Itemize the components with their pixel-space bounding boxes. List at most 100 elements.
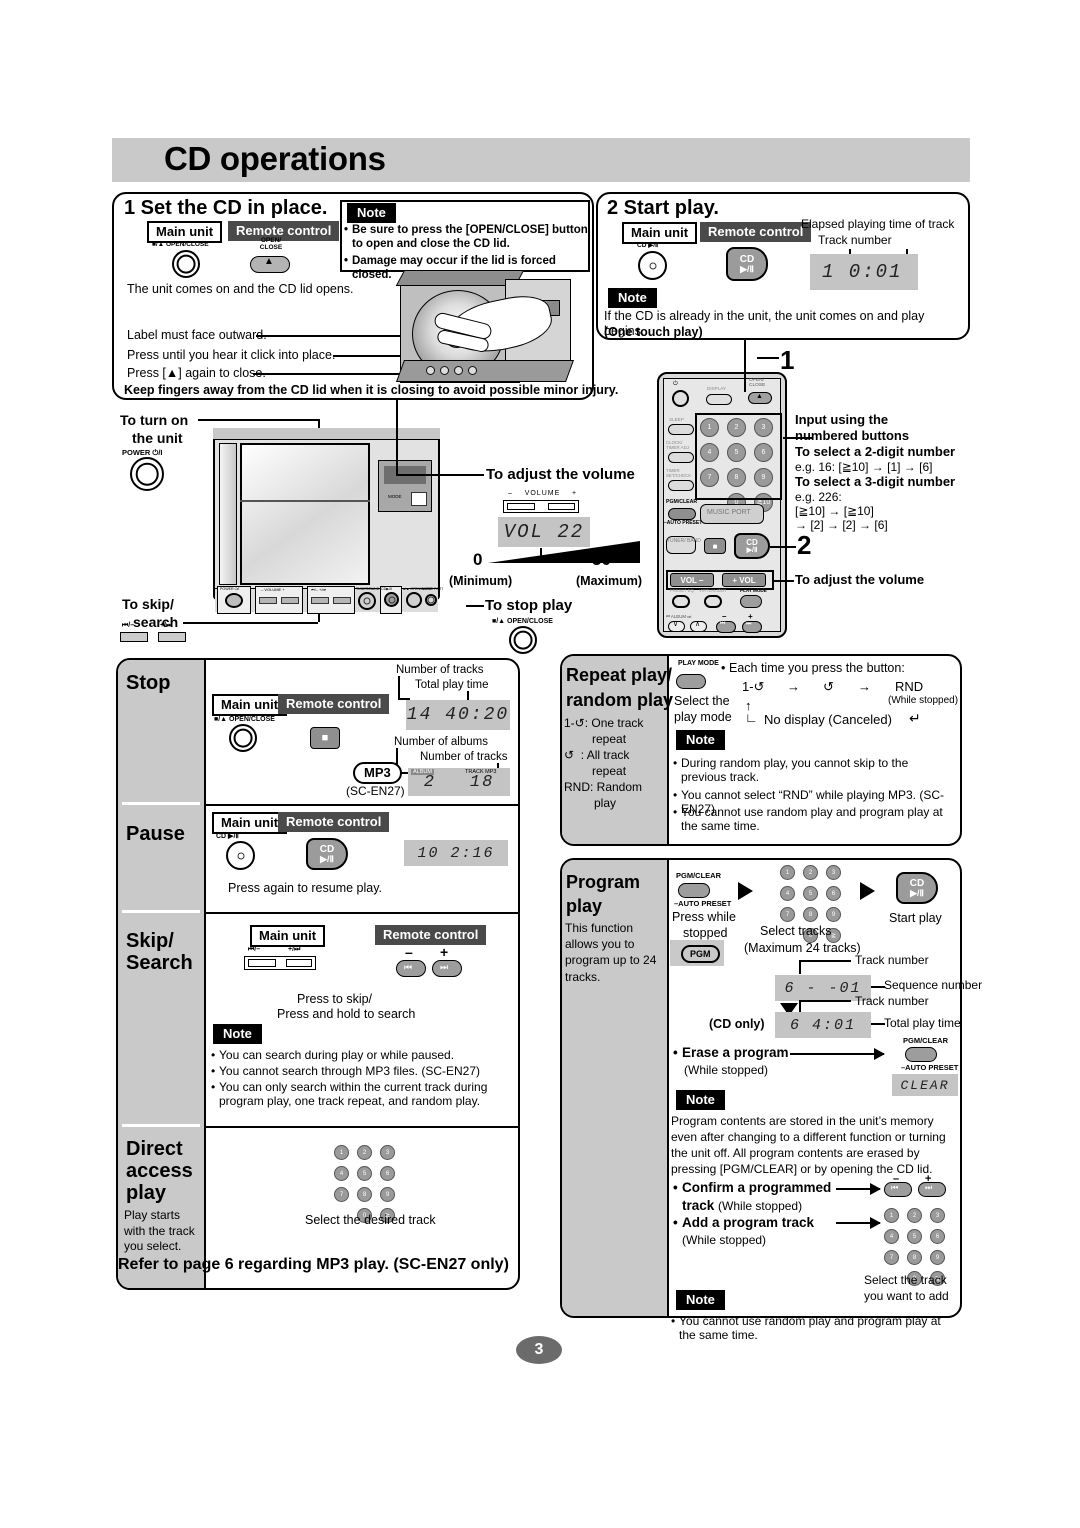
program-cd-only: (CD only) (709, 1017, 765, 1031)
power-knob[interactable] (130, 457, 164, 491)
add-key-6[interactable]: 6 (930, 1229, 945, 1244)
sleep-button-remote[interactable] (668, 424, 694, 435)
leader-line-label-outward (256, 335, 401, 337)
program-desc: This function allows you to program up t… (565, 921, 657, 984)
stop-callout-tracks2: Number of tracks (420, 751, 508, 763)
stop-remote-chip: Remote control (278, 694, 390, 714)
leader-remote-volume (774, 580, 794, 582)
program-pgm-clear-button[interactable] (678, 883, 710, 898)
add-key-5[interactable]: 5 (907, 1229, 922, 1244)
direct-select-text: Select the desired track (305, 1213, 436, 1227)
add-key-3[interactable]: 3 (930, 1208, 945, 1223)
pause-knob-main[interactable] (226, 841, 255, 870)
clock-timer-button-remote[interactable] (668, 452, 694, 463)
vol-plus-remote[interactable]: + VOL (722, 573, 766, 587)
skip-next-main[interactable] (286, 959, 312, 967)
row-divider-3 (204, 1126, 520, 1128)
program-key-7[interactable]: 7 (780, 907, 795, 922)
cd-play-pause-knob-main[interactable] (638, 251, 667, 280)
program-select-tracks: Select tracks (760, 924, 832, 938)
erase-pgm-clear-button[interactable] (905, 1047, 937, 1062)
direct-key-7[interactable]: 7 (334, 1187, 349, 1202)
program-erase-sub: (While stopped) (684, 1063, 769, 1077)
direct-key-4[interactable]: 4 (334, 1166, 349, 1181)
stop-main-unit-chip: Main unit (212, 694, 288, 716)
step1-unit-comes-on-text: The unit comes on and the CD lid opens. (127, 282, 354, 296)
direct-key-5[interactable]: 5 (357, 1166, 372, 1181)
volume-down-button[interactable] (507, 503, 535, 510)
repeat-note-0: • During random play, you cannot skip to… (673, 756, 909, 785)
skip-next-button-unit[interactable] (158, 632, 186, 642)
leader-prog-track2-h (799, 1000, 851, 1002)
repeat-no-display: No display (Canceled) (764, 712, 892, 727)
stop-knob-main[interactable] (229, 724, 257, 752)
vol-minus-remote[interactable]: VOL – (670, 573, 714, 587)
leader-prog-track1-v (799, 960, 801, 974)
step2-callout-track: Track number (818, 233, 892, 247)
power-button-remote[interactable] (672, 390, 689, 407)
stop-button-remote[interactable]: ■ (310, 727, 340, 749)
stop-button-remote-ill[interactable]: ■ (704, 538, 726, 554)
program-key-9[interactable]: 9 (826, 907, 841, 922)
add-key-4[interactable]: 4 (884, 1229, 899, 1244)
cd-play-pause-button-remote[interactable]: CD ▶/Ⅱ (726, 247, 768, 281)
add-key-9[interactable]: 9 (930, 1250, 945, 1265)
row-label-direct: Direct (126, 1138, 183, 1160)
leader-volume-dash (466, 474, 484, 476)
add-key-1[interactable]: 1 (884, 1208, 899, 1223)
play-mode-remote[interactable] (740, 595, 762, 608)
program-key-4[interactable]: 4 (780, 886, 795, 901)
direct-key-9[interactable]: 9 (380, 1187, 395, 1202)
volume-up-button[interactable] (548, 503, 575, 510)
leader-stop-tracks (398, 676, 400, 698)
add-key-7[interactable]: 7 (884, 1250, 899, 1265)
program-key-6[interactable]: 6 (826, 886, 841, 901)
direct-key-1[interactable]: 1 (334, 1145, 349, 1160)
program-key-2[interactable]: 2 (803, 865, 818, 880)
repeat-while-stopped: (While stopped) (888, 695, 959, 706)
leader-volume-v (396, 400, 398, 474)
step1-press-click-text: Press until you hear it click into place… (127, 348, 336, 362)
add-key-8[interactable]: 8 (907, 1250, 922, 1265)
skip-left-label: ⏮/– (122, 622, 135, 629)
pause-button-remote[interactable]: CD ▶/Ⅱ (306, 838, 348, 870)
album-row-label: ⏮ ALBUM ⏭ (666, 614, 692, 619)
step2-callout-elapsed: Elapsed playing time of track (801, 217, 955, 231)
direct-key-8[interactable]: 8 (357, 1187, 372, 1202)
add-key-2[interactable]: 2 (907, 1208, 922, 1223)
pause-display-value: 10 2:16 (417, 844, 495, 862)
stop-knob-unit[interactable] (509, 626, 537, 654)
program-key-5[interactable]: 5 (803, 886, 818, 901)
repeat-seq-arrow-1: → (787, 679, 800, 694)
program-start-play-button[interactable]: CD ▶/Ⅱ (896, 872, 938, 904)
leader-stop-dash (466, 605, 484, 607)
skip-note-2: • You can only search within the current… (211, 1080, 488, 1109)
skip-prev-button-unit[interactable] (120, 632, 148, 642)
open-close-knob-main[interactable] (172, 250, 200, 278)
preset-eq-remote[interactable] (672, 595, 690, 608)
direct-key-3[interactable]: 3 (380, 1145, 395, 1160)
virtualizer-remote[interactable] (704, 595, 722, 608)
skip-prev-remote[interactable] (716, 621, 736, 633)
row-label-skip: Skip/ (126, 930, 174, 952)
skip-next-remote[interactable] (742, 621, 762, 633)
program-key-3[interactable]: 3 (826, 865, 841, 880)
program-key-8[interactable]: 8 (803, 907, 818, 922)
repeat-loop-corner: ∟ (745, 710, 758, 725)
pause-main-unit-chip: Main unit (212, 812, 288, 834)
pause-display: 10 2:16 (404, 840, 508, 866)
display-button-remote[interactable] (706, 394, 732, 405)
repeat-each-time: • Each time you press the button: (721, 661, 905, 675)
cd-play-pause-remote-ill[interactable]: CD ▶/Ⅱ (734, 533, 770, 559)
timer-set-check-button-remote[interactable] (668, 480, 694, 491)
program-key-1[interactable]: 1 (780, 865, 795, 880)
program-pgm-clear-label: PGM/CLEAR (676, 871, 721, 880)
direct-key-6[interactable]: 6 (380, 1166, 395, 1181)
volume-display-value: VOL 22 (503, 521, 585, 543)
play-mode-button[interactable] (676, 674, 706, 689)
skip-prev-main[interactable] (248, 959, 276, 967)
repeat-legend-1b: repeat (592, 764, 627, 778)
pgm-clear-button-remote[interactable] (668, 508, 696, 520)
row-label-pause: Pause (126, 823, 185, 845)
direct-key-2[interactable]: 2 (357, 1145, 372, 1160)
